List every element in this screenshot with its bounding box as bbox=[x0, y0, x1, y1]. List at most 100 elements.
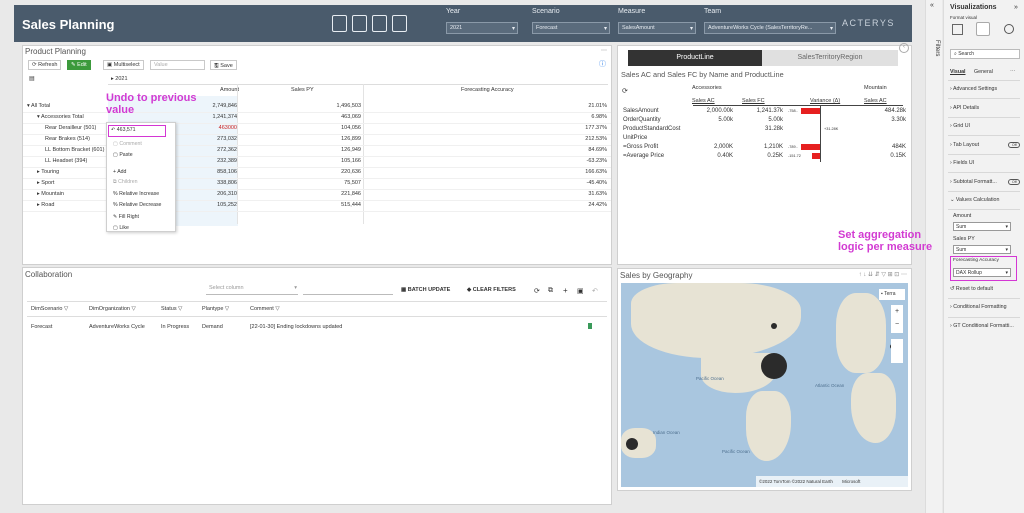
forecasting-accuracy-label: Forecasting Accuracy bbox=[953, 258, 999, 263]
column-header[interactable]: DimOrganization ▽ bbox=[89, 306, 136, 312]
undo-menu-item[interactable]: ↶ 463,571 bbox=[108, 125, 166, 137]
year-select[interactable]: 2021 ▾ bbox=[446, 22, 518, 34]
sales-py-cell: 126,949 bbox=[341, 147, 361, 153]
undo-annotation: Undo to previous value bbox=[106, 92, 197, 116]
toggle-switch[interactable]: Off bbox=[1008, 178, 1020, 185]
table-row[interactable]: Forecast AdventureWorks Cycle In Progress D… bbox=[23, 322, 611, 332]
tab-visual[interactable]: Visual bbox=[950, 69, 966, 75]
section-item[interactable]: › API Details bbox=[950, 105, 979, 111]
context-menu-item[interactable]: ▢ Paste bbox=[113, 152, 133, 158]
section-item[interactable]: › Fields UI bbox=[950, 160, 974, 166]
toggle-switch[interactable]: Off bbox=[1008, 141, 1020, 148]
column-header[interactable]: Comment ▽ bbox=[250, 306, 280, 312]
sales-py-cell: 220,636 bbox=[341, 169, 361, 175]
ocean-label: Pacific Ocean bbox=[696, 376, 724, 381]
table-cell: [22-01-30] Ending lockdowns updated bbox=[250, 324, 343, 330]
format-visual-icon[interactable] bbox=[976, 22, 990, 36]
refresh-button[interactable]: ⟳ Refresh bbox=[28, 60, 62, 70]
batch-update-button[interactable]: ▦ BATCH UPDATE bbox=[401, 287, 450, 293]
geography-panel: Sales by Geography ↑ ↓ ⇊ ⇵ ▽ ⊞ ⊡ ⋯ Pacif… bbox=[617, 268, 912, 491]
context-menu-item[interactable]: ⧉ Children bbox=[113, 179, 137, 186]
sales-py-label: Sales PY bbox=[953, 236, 975, 242]
visual-header-icons[interactable]: ↑ ↓ ⇊ ⇵ ▽ ⊞ ⊡ ⋯ bbox=[859, 271, 907, 278]
tab-productline[interactable]: ProductLine bbox=[628, 50, 762, 66]
collaboration-panel: Collaboration Select column ▾ ▦ BATCH UPD… bbox=[22, 267, 612, 505]
table-cell: In Progress bbox=[161, 324, 190, 330]
column-header[interactable]: Status ▽ bbox=[161, 306, 182, 312]
context-menu-item[interactable]: ▢ Comment bbox=[113, 141, 142, 147]
report-icon[interactable] bbox=[372, 15, 387, 32]
value-input[interactable]: Value bbox=[150, 60, 205, 70]
map-style-toggle[interactable]: ▪ Terra bbox=[879, 289, 905, 300]
table-cell: Forecast bbox=[31, 324, 53, 330]
context-menu-item[interactable]: ▢ Like bbox=[113, 225, 129, 231]
more-options-icon[interactable]: ⋯ bbox=[1010, 69, 1015, 75]
accuracy-cell: -45.40% bbox=[586, 180, 608, 186]
filters-pane[interactable]: « Filters bbox=[925, 0, 942, 513]
analytics-icon[interactable] bbox=[1004, 24, 1014, 34]
grid-icon[interactable]: ▤ bbox=[29, 75, 35, 82]
row-label: SalesAmount bbox=[623, 108, 659, 114]
zoom-controls[interactable]: + − bbox=[891, 305, 903, 333]
context-menu-item[interactable]: ✎ Fill Right bbox=[113, 214, 139, 220]
visualizations-pane: Visualizations » Format visual ⌕ Search … bbox=[943, 0, 1024, 513]
mountain-cell: 484.28k bbox=[884, 108, 906, 114]
forecasting-accuracy-aggregation-select[interactable]: DAX Rollup ▾ bbox=[953, 268, 1011, 277]
info-icon[interactable]: ⓘ bbox=[599, 59, 606, 69]
section-item[interactable]: › Tab Layout bbox=[950, 142, 979, 148]
documents-icon[interactable] bbox=[352, 15, 367, 32]
add-icon[interactable]: + bbox=[563, 286, 568, 295]
table-cell: AdventureWorks Cycle bbox=[89, 324, 145, 330]
map-copyright: ©2022 TomTom ©2022 Natural Earth Microso… bbox=[756, 476, 908, 487]
refresh-icon[interactable]: ⟳ bbox=[622, 87, 628, 95]
save-button[interactable]: 🖫 Save bbox=[210, 60, 237, 70]
context-menu-item[interactable]: + Add bbox=[113, 169, 126, 175]
amount-aggregation-select[interactable]: Sum ▾ bbox=[953, 222, 1011, 231]
filter-input[interactable] bbox=[303, 285, 393, 295]
col-sales-py: Sales PY bbox=[291, 87, 314, 93]
multiselect-button[interactable]: ▣ Multiselect bbox=[103, 60, 144, 70]
collapse-icon[interactable]: « bbox=[930, 2, 934, 9]
column-header[interactable]: Plantype ▽ bbox=[202, 306, 229, 312]
measure-select[interactable]: SalesAmount ▾ bbox=[618, 22, 696, 34]
pitch-controls[interactable] bbox=[891, 339, 903, 363]
refresh-icon[interactable]: ⟳ bbox=[534, 287, 540, 295]
delete-icon[interactable] bbox=[588, 323, 592, 329]
team-select[interactable]: AdventureWorks Cycle (SalesTerritoryRe..… bbox=[704, 22, 836, 34]
section-item[interactable]: › Grid UI bbox=[950, 123, 970, 129]
section-conditional-formatting[interactable]: › Conditional Formatting bbox=[950, 304, 1007, 310]
table-cell: Demand bbox=[202, 324, 223, 330]
search-input[interactable]: ⌕ Search bbox=[950, 49, 1020, 59]
ocean-label: Pacific Ocean bbox=[722, 449, 750, 454]
section-gt-conditional-formatting[interactable]: › GT Conditional Formatti... bbox=[950, 323, 1014, 329]
variance-label: +31.28K bbox=[824, 127, 839, 131]
tab-general[interactable]: General bbox=[974, 69, 993, 75]
reset-to-default-link[interactable]: ↺ Reset to default bbox=[950, 286, 993, 292]
mountain-cell: 484K bbox=[891, 144, 906, 150]
save-icon[interactable]: ▣ bbox=[577, 287, 584, 295]
column-header[interactable]: DimScenario ▽ bbox=[31, 306, 68, 312]
context-menu-item[interactable]: % Relative Decrease bbox=[113, 202, 161, 208]
clear-filters-button[interactable]: ◆ CLEAR FILTERS bbox=[467, 287, 516, 293]
scenario-select[interactable]: Forecast ▾ bbox=[532, 22, 610, 34]
copy-icon[interactable]: ⧉ bbox=[548, 287, 553, 295]
context-menu-item[interactable]: % Relative Increase bbox=[113, 191, 159, 197]
sales-py-aggregation-select[interactable]: Sum ▾ bbox=[953, 245, 1011, 254]
edit-button[interactable]: ✎ Edit bbox=[67, 60, 91, 70]
undo-icon[interactable]: ↶ bbox=[592, 287, 598, 295]
back-icon[interactable]: ‹ bbox=[899, 43, 909, 53]
select-column-dropdown[interactable]: Select column ▾ bbox=[206, 285, 298, 295]
more-options-icon[interactable]: ⋯ bbox=[601, 47, 607, 54]
section-item[interactable]: › Advanced Settings bbox=[950, 86, 997, 92]
ocean-label: Indian Ocean bbox=[653, 430, 680, 435]
map[interactable]: Pacific Ocean Atlantic Ocean Indian Ocea… bbox=[621, 283, 908, 487]
section-item[interactable]: › Subtotal Formatt... bbox=[950, 179, 997, 185]
sales-ac-cell: 5.00k bbox=[718, 117, 733, 123]
collapse-icon[interactable]: » bbox=[1014, 4, 1018, 11]
sliders-icon[interactable] bbox=[332, 15, 347, 32]
tab-salesterritoryregion[interactable]: SalesTerritoryRegion bbox=[762, 50, 898, 66]
sales-ac-cell: 0.40K bbox=[717, 153, 733, 159]
section-item[interactable]: ⌄ Values Calculation bbox=[950, 197, 999, 203]
list-icon[interactable] bbox=[392, 15, 407, 32]
build-visual-icon[interactable] bbox=[952, 24, 963, 35]
